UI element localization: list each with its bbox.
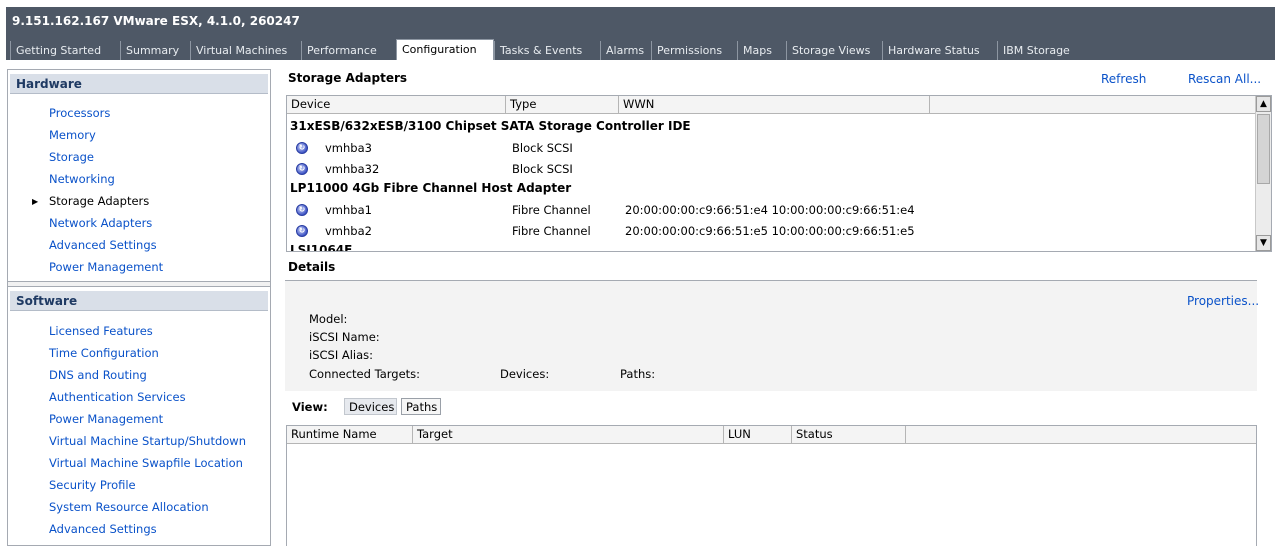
storage-adapters-title: Storage Adapters bbox=[288, 71, 408, 85]
nav-power-management-hw[interactable]: Power Management bbox=[49, 260, 163, 274]
view-label: View: bbox=[292, 400, 328, 414]
paths-count-label: Paths: bbox=[620, 367, 656, 381]
tab-summary[interactable]: Summary bbox=[120, 41, 190, 60]
tab-bar: Getting Started Summary Virtual Machines… bbox=[6, 35, 1275, 60]
adapter-type: Fibre Channel bbox=[512, 224, 591, 238]
nav-system-resource-allocation[interactable]: System Resource Allocation bbox=[49, 500, 209, 514]
nav-authentication-services[interactable]: Authentication Services bbox=[49, 390, 186, 404]
col-status[interactable]: Status bbox=[792, 426, 906, 443]
nav-storage[interactable]: Storage bbox=[49, 150, 94, 164]
nav-memory[interactable]: Memory bbox=[49, 128, 96, 142]
hba-icon: ↻ bbox=[296, 225, 308, 237]
nav-vm-swapfile-location[interactable]: Virtual Machine Swapfile Location bbox=[49, 456, 243, 470]
adapter-wwn: 20:00:00:00:c9:66:51:e5 10:00:00:00:c9:6… bbox=[625, 224, 915, 238]
nav-processors[interactable]: Processors bbox=[49, 106, 110, 120]
sidebar-divider bbox=[8, 281, 270, 287]
model-label: Model: bbox=[309, 312, 348, 326]
details-panel bbox=[285, 280, 1257, 391]
nav-licensed-features[interactable]: Licensed Features bbox=[49, 324, 153, 338]
view-paths-button[interactable]: Paths bbox=[401, 398, 441, 415]
adapter-type: Block SCSI bbox=[512, 162, 573, 176]
nav-network-adapters[interactable]: Network Adapters bbox=[49, 216, 152, 230]
adapter-device[interactable]: vmhba3 bbox=[325, 141, 372, 155]
adapter-wwn: 20:00:00:00:c9:66:51:e4 10:00:00:00:c9:6… bbox=[625, 203, 915, 217]
tab-ibm-storage[interactable]: IBM Storage bbox=[997, 41, 1088, 60]
nav-vm-startup-shutdown[interactable]: Virtual Machine Startup/Shutdown bbox=[49, 434, 246, 448]
adapters-grid: Device Type WWN 31xESB/632xESB/3100 Chip… bbox=[286, 95, 1272, 252]
tab-getting-started[interactable]: Getting Started bbox=[10, 41, 120, 60]
nav-security-profile[interactable]: Security Profile bbox=[49, 478, 136, 492]
window-title: 9.151.162.167 VMware ESX, 4.1.0, 260247 bbox=[6, 7, 1275, 35]
nav-storage-adapters[interactable]: Storage Adapters bbox=[49, 194, 149, 208]
selected-arrow-icon: ▶ bbox=[32, 197, 39, 206]
tab-virtual-machines[interactable]: Virtual Machines bbox=[190, 41, 301, 60]
tab-performance[interactable]: Performance bbox=[301, 41, 396, 60]
nav-power-management-sw[interactable]: Power Management bbox=[49, 412, 163, 426]
software-section-header: Software bbox=[10, 291, 268, 311]
nav-advanced-settings-hw[interactable]: Advanced Settings bbox=[49, 238, 157, 252]
scroll-thumb[interactable] bbox=[1257, 114, 1270, 184]
details-title: Details bbox=[288, 260, 336, 274]
tab-maps[interactable]: Maps bbox=[737, 41, 786, 60]
tab-configuration[interactable]: Configuration bbox=[396, 39, 494, 60]
paths-grid-header: Runtime Name Target LUN Status bbox=[287, 426, 1256, 444]
tab-hardware-status[interactable]: Hardware Status bbox=[882, 41, 997, 60]
hba-icon: ↻ bbox=[296, 142, 308, 154]
refresh-link[interactable]: Refresh bbox=[1101, 72, 1146, 86]
col-target[interactable]: Target bbox=[413, 426, 724, 443]
iscsi-alias-label: iSCSI Alias: bbox=[309, 348, 374, 362]
adapter-group-header: 31xESB/632xESB/3100 Chipset SATA Storage… bbox=[290, 119, 691, 133]
tab-permissions[interactable]: Permissions bbox=[651, 41, 737, 60]
col-type[interactable]: Type bbox=[506, 96, 619, 113]
col-lun[interactable]: LUN bbox=[724, 426, 792, 443]
nav-time-configuration[interactable]: Time Configuration bbox=[49, 346, 159, 360]
vsphere-client-window: 9.151.162.167 VMware ESX, 4.1.0, 260247 … bbox=[0, 0, 1275, 546]
adapters-scrollbar[interactable]: ▲ ▼ bbox=[1255, 96, 1271, 251]
iscsi-name-label: iSCSI Name: bbox=[309, 330, 380, 344]
adapter-device[interactable]: vmhba32 bbox=[325, 162, 379, 176]
adapter-type: Block SCSI bbox=[512, 141, 573, 155]
nav-networking[interactable]: Networking bbox=[49, 172, 115, 186]
rescan-all-link[interactable]: Rescan All... bbox=[1188, 72, 1261, 86]
col-wwn[interactable]: WWN bbox=[619, 96, 930, 113]
connected-targets-label: Connected Targets: bbox=[309, 367, 421, 381]
scroll-up-icon[interactable]: ▲ bbox=[1256, 96, 1271, 112]
adapter-device[interactable]: vmhba1 bbox=[325, 203, 372, 217]
hardware-section-header: Hardware bbox=[10, 74, 268, 94]
adapter-group-header: LSI1064E bbox=[290, 243, 353, 252]
adapter-device[interactable]: vmhba2 bbox=[325, 224, 372, 238]
col-device[interactable]: Device bbox=[287, 96, 506, 113]
properties-link[interactable]: Properties... bbox=[1187, 294, 1259, 308]
devices-count-label: Devices: bbox=[500, 367, 550, 381]
col-runtime-name[interactable]: Runtime Name bbox=[287, 426, 413, 443]
scroll-down-icon[interactable]: ▼ bbox=[1256, 235, 1271, 251]
tab-storage-views[interactable]: Storage Views bbox=[786, 41, 882, 60]
adapter-group-header: LP11000 4Gb Fibre Channel Host Adapter bbox=[290, 181, 572, 195]
nav-advanced-settings-sw[interactable]: Advanced Settings bbox=[49, 522, 157, 536]
view-devices-button[interactable]: Devices bbox=[344, 398, 397, 415]
nav-dns-routing[interactable]: DNS and Routing bbox=[49, 368, 147, 382]
config-sidebar: Hardware Processors Memory Storage Netwo… bbox=[7, 69, 271, 546]
tab-tasks-events[interactable]: Tasks & Events bbox=[494, 41, 600, 60]
tab-alarms[interactable]: Alarms bbox=[600, 41, 651, 60]
adapters-grid-header: Device Type WWN bbox=[287, 96, 1271, 114]
adapter-type: Fibre Channel bbox=[512, 203, 591, 217]
paths-grid: Runtime Name Target LUN Status bbox=[286, 425, 1257, 546]
hba-icon: ↻ bbox=[296, 204, 308, 216]
hba-icon: ↻ bbox=[296, 163, 308, 175]
